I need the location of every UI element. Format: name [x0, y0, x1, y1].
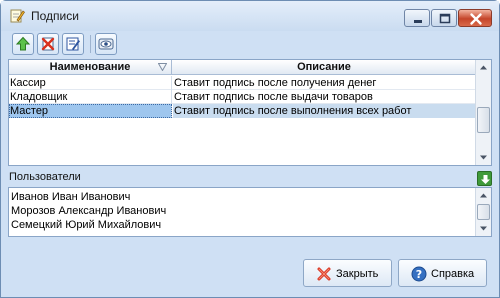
cell-name[interactable]: Кладовщик: [9, 90, 172, 104]
close-window-button[interactable]: [458, 9, 492, 27]
table-row[interactable]: Кладовщик Ставит подпись после выдачи тов…: [9, 90, 475, 104]
minimize-button[interactable]: [404, 9, 430, 27]
delete-button[interactable]: [37, 33, 59, 55]
grid-scroll-thumb[interactable]: [477, 107, 490, 133]
edit-button[interactable]: [62, 33, 84, 55]
help-button[interactable]: ? Справка: [398, 259, 487, 287]
grid-vertical-scrollbar[interactable]: [475, 60, 491, 165]
users-label: Пользователи: [9, 171, 81, 183]
grid-header: Наименование Описание: [9, 60, 475, 75]
users-vertical-scrollbar[interactable]: [475, 188, 491, 236]
scroll-down-icon[interactable]: [476, 150, 491, 165]
edit-icon: [66, 37, 80, 51]
maximize-button[interactable]: [431, 9, 457, 27]
cell-name[interactable]: Кассир: [9, 76, 172, 90]
users-scroll-thumb[interactable]: [477, 204, 490, 220]
view-eye-icon: [98, 38, 114, 50]
edit-note-icon: [9, 8, 25, 24]
signatures-window: Подписи Наименование Описание Кассир Ста…: [0, 0, 500, 298]
title-bar: Подписи: [1, 1, 499, 31]
users-expand-button[interactable]: [477, 171, 492, 186]
close-icon: [470, 13, 482, 25]
toolbar: [8, 31, 494, 57]
view-button[interactable]: [95, 33, 117, 55]
maximize-icon: [439, 13, 451, 24]
delete-icon: [41, 37, 55, 51]
cell-description[interactable]: Ставит подпись после выполнения всех раб…: [173, 104, 475, 118]
list-item[interactable]: Иванов Иван Иванович: [11, 190, 166, 204]
cell-description[interactable]: Ставит подпись после получения денег: [173, 76, 475, 90]
scroll-up-icon[interactable]: [476, 60, 491, 75]
scroll-up-icon[interactable]: [476, 188, 491, 203]
column-header-name-label: Наименование: [49, 61, 131, 73]
column-header-name[interactable]: Наименование: [9, 60, 172, 75]
list-item[interactable]: Морозов Александр Иванович: [11, 204, 166, 218]
table-row[interactable]: Мастер Ставит подпись после выполнения вс…: [9, 104, 475, 118]
users-list-panel: Иванов Иван Иванович Морозов Александр Ив…: [8, 187, 492, 237]
signatures-grid: Наименование Описание Кассир Ставит подпи…: [8, 59, 492, 166]
close-x-icon: [317, 267, 331, 281]
table-row[interactable]: Кассир Ставит подпись после получения ден…: [9, 76, 475, 90]
list-item[interactable]: Семецкий Юрий Михайлович: [11, 218, 166, 232]
cell-description[interactable]: Ставит подпись после выдачи товаров: [173, 90, 475, 104]
add-up-arrow-icon: [15, 36, 31, 51]
users-list: Иванов Иван Иванович Морозов Александр Ив…: [11, 190, 166, 232]
filter-icon: [158, 63, 167, 71]
grid-body: Кассир Ставит подпись после получения ден…: [9, 76, 475, 118]
close-button[interactable]: Закрыть: [303, 259, 392, 287]
help-button-label: Справка: [431, 268, 475, 280]
minimize-icon: [414, 20, 422, 23]
column-header-description[interactable]: Описание: [173, 60, 475, 75]
toolbar-separator: [90, 35, 91, 53]
cell-name[interactable]: Мастер: [9, 104, 172, 118]
down-arrow-icon: [481, 175, 490, 184]
svg-text:?: ?: [416, 268, 422, 281]
window-title: Подписи: [31, 9, 79, 23]
close-button-label: Закрыть: [336, 268, 379, 280]
help-icon: ?: [411, 266, 427, 282]
scroll-down-icon[interactable]: [476, 221, 491, 236]
add-button[interactable]: [12, 33, 34, 55]
